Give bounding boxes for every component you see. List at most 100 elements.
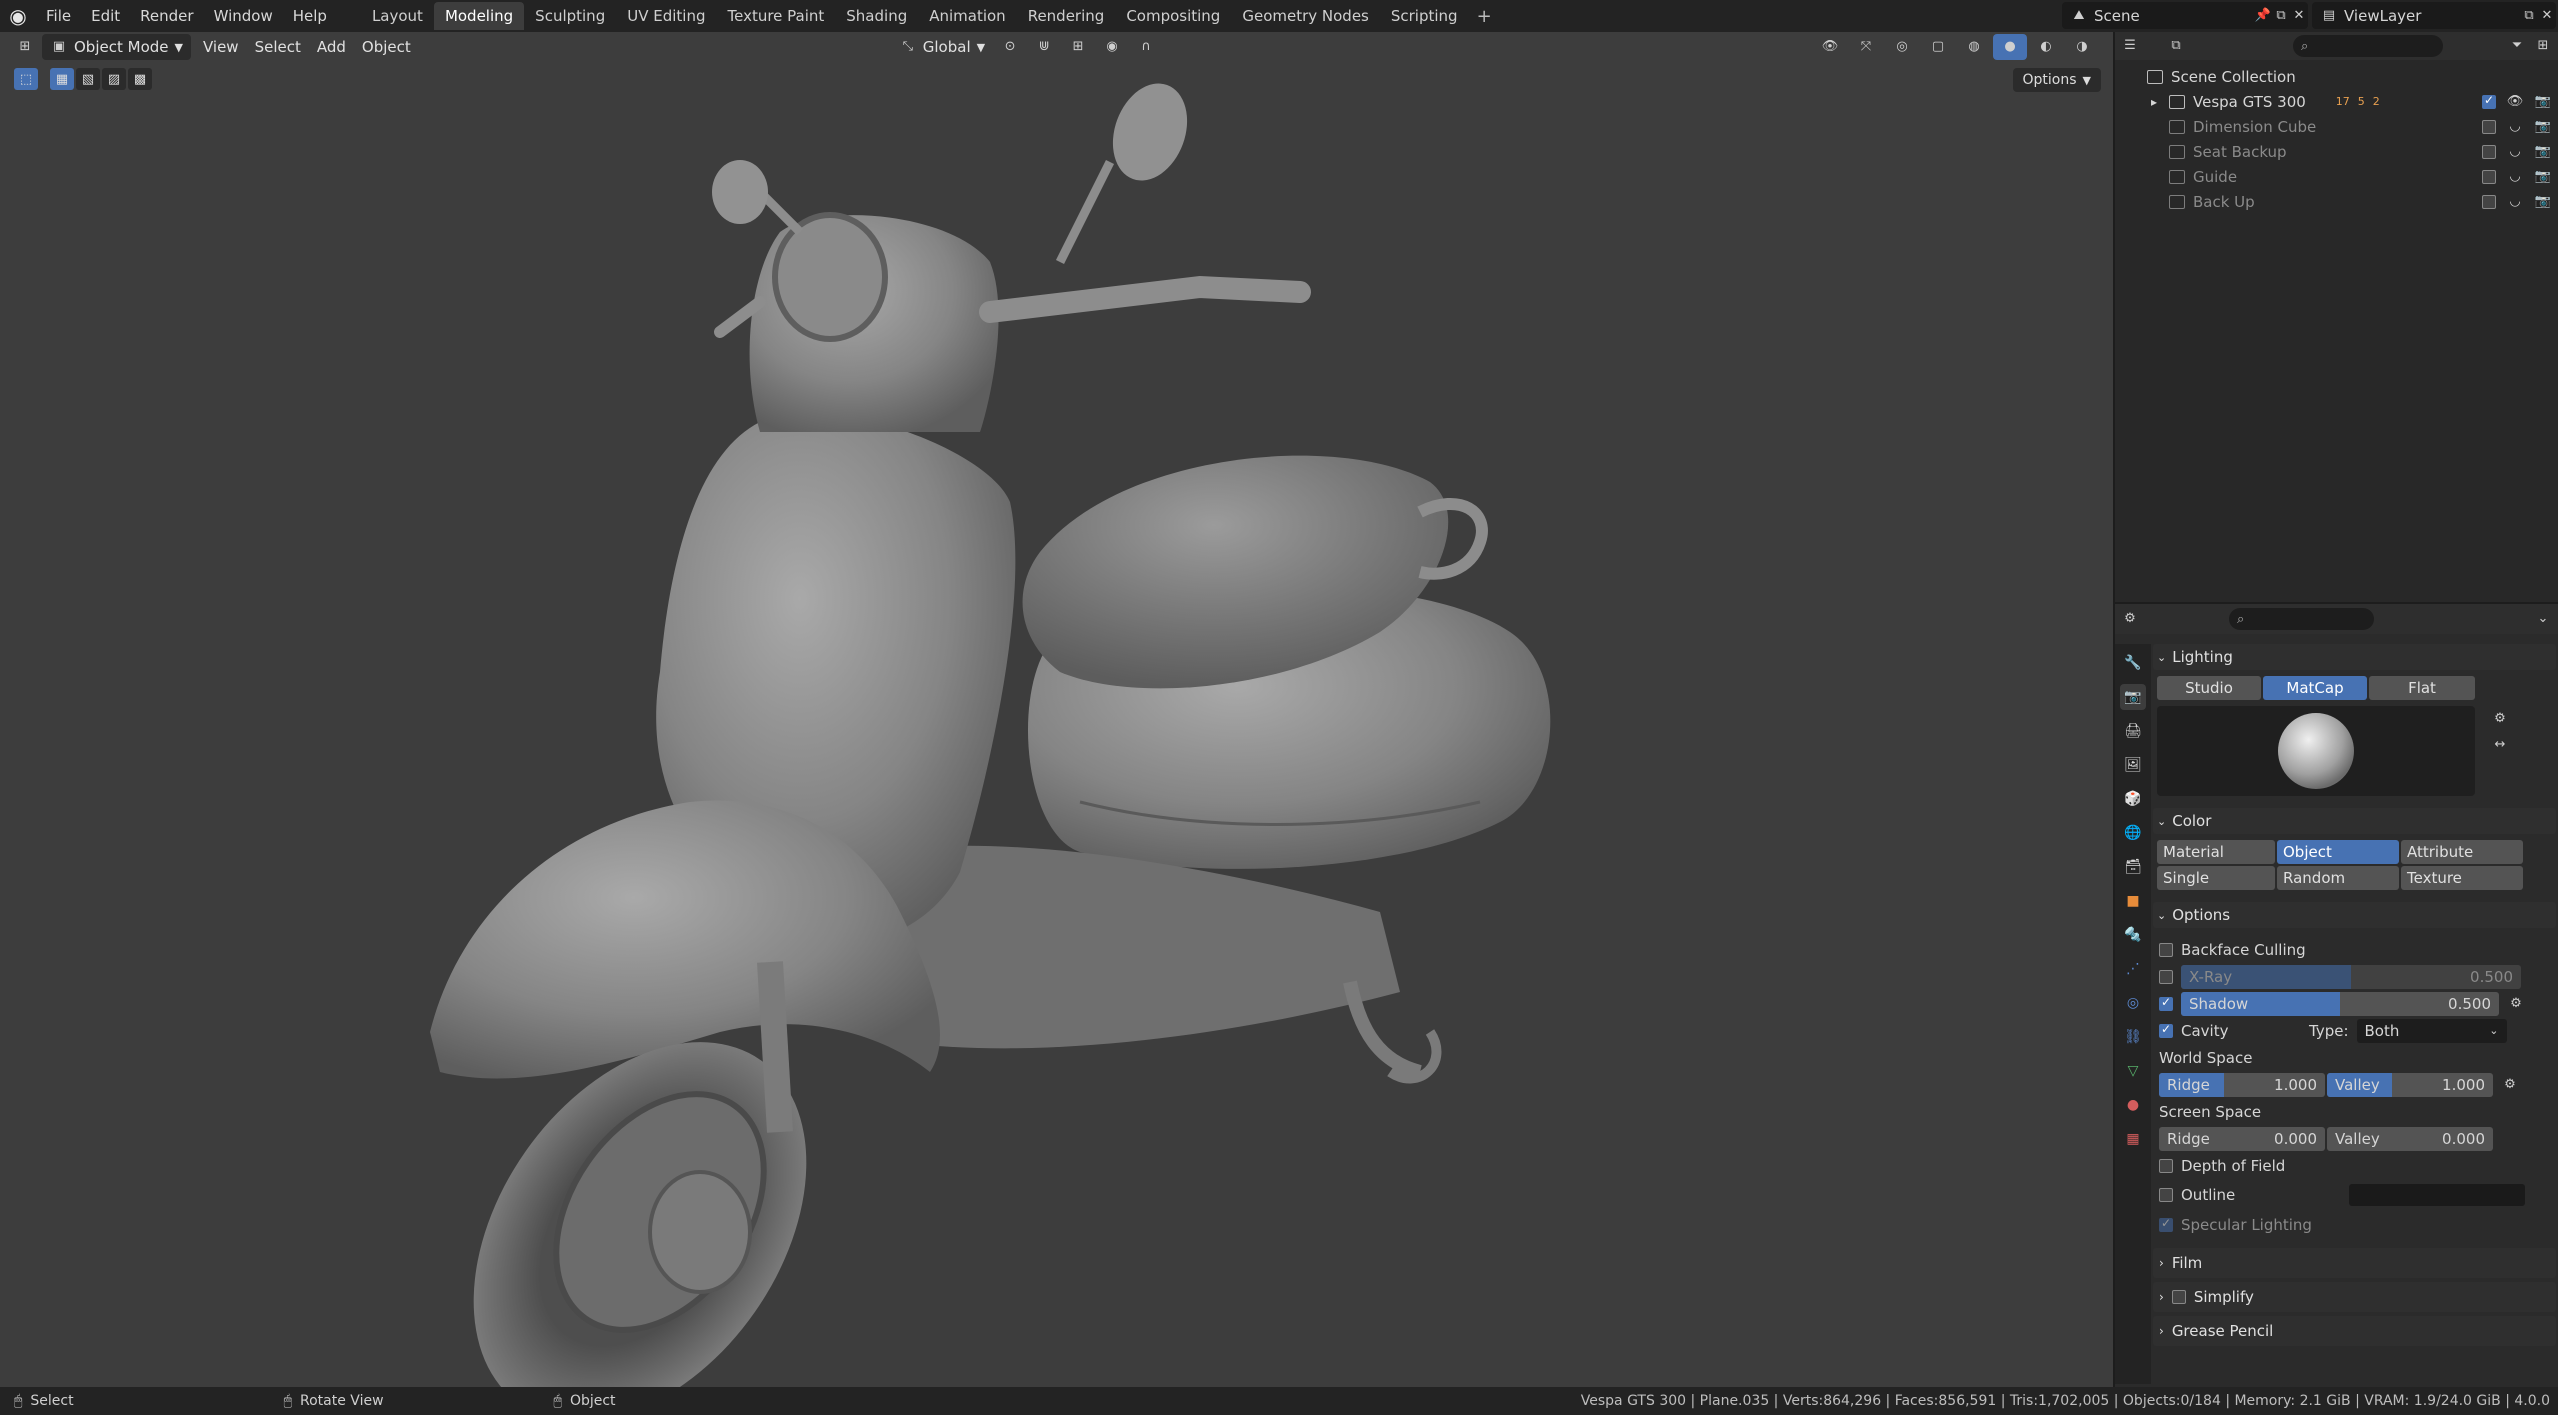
viewport-menu-add[interactable]: Add <box>309 34 354 60</box>
viewport-menu-object[interactable]: Object <box>354 34 419 60</box>
collection-tab-icon[interactable]: 🗃 <box>2120 854 2146 880</box>
color-object-button[interactable]: Object <box>2277 840 2399 864</box>
particles-tab-icon[interactable]: ⋰ <box>2120 956 2146 982</box>
tab-geometry-nodes[interactable]: Geometry Nodes <box>1231 2 1380 30</box>
outliner-item[interactable]: Dimension Cube ◡ 📷 <box>2115 114 2558 139</box>
tab-layout[interactable]: Layout <box>361 2 434 30</box>
xray-toggle[interactable]: ▢ <box>1921 34 1955 60</box>
screen-valley-slider[interactable]: Valley 0.000 <box>2327 1126 2493 1151</box>
outliner-item[interactable]: Vespa GTS 3001752👁📷▸ <box>2115 89 2558 114</box>
3d-viewport[interactable]: ⊞ ▣ Object Mode ▼ View Select Add Object ⤡ … <box>0 32 2113 1387</box>
backface-culling-row[interactable]: Backface Culling <box>2153 936 2556 963</box>
chevron-down-icon[interactable]: ⌄ <box>2534 610 2552 628</box>
camera-icon[interactable]: 📷 <box>2534 93 2552 111</box>
eye-icon[interactable]: ◡ <box>2506 168 2524 186</box>
tab-animation[interactable]: Animation <box>918 2 1016 30</box>
specular-lighting-row[interactable]: Specular Lighting <box>2153 1211 2556 1238</box>
outliner-item[interactable]: Back Up ◡ 📷 <box>2115 189 2558 214</box>
flip-icon[interactable]: ↔ <box>2491 736 2509 754</box>
camera-icon[interactable]: 📷 <box>2534 143 2552 161</box>
properties-editor-icon[interactable]: ⚙ <box>2121 610 2139 628</box>
outliner-item[interactable]: Guide ◡ 📷 <box>2115 164 2558 189</box>
tab-scripting[interactable]: Scripting <box>1380 2 1469 30</box>
add-workspace-button[interactable]: + <box>1469 6 1500 27</box>
color-material-button[interactable]: Material <box>2157 840 2275 864</box>
color-panel-header[interactable]: ⌄ Color <box>2153 808 2556 834</box>
gizmo-toggle[interactable]: ⤧ <box>1849 34 1883 60</box>
output-tab-icon[interactable]: 🖨 <box>2120 718 2146 744</box>
exclude-checkbox[interactable] <box>2482 93 2496 109</box>
camera-icon[interactable]: 📷 <box>2534 118 2552 136</box>
color-texture-button[interactable]: Texture <box>2401 866 2523 890</box>
tab-compositing[interactable]: Compositing <box>1115 2 1231 30</box>
depth-of-field-row[interactable]: Depth of Field <box>2153 1152 2556 1179</box>
data-tab-icon[interactable]: ▽ <box>2120 1058 2146 1084</box>
overlay-toggle[interactable]: ◎ <box>1885 34 1919 60</box>
lighting-matcap-button[interactable]: MatCap <box>2263 676 2367 700</box>
mode-selector[interactable]: ▣ Object Mode ▼ <box>42 34 191 60</box>
blender-logo-icon[interactable]: ◉ <box>0 0 36 32</box>
xray-checkbox[interactable] <box>2159 969 2173 984</box>
rendered-shading-button[interactable]: ◑ <box>2065 34 2099 60</box>
simplify-panel-header[interactable]: › Simplify <box>2153 1282 2556 1312</box>
outliner-item[interactable]: Seat Backup ◡ 📷 <box>2115 139 2558 164</box>
matcap-preview[interactable] <box>2157 706 2475 796</box>
tab-modeling[interactable]: Modeling <box>433 2 525 30</box>
screen-ridge-slider[interactable]: Ridge 0.000 <box>2159 1126 2325 1151</box>
cavity-type-dropdown[interactable]: Both ⌄ <box>2356 1018 2507 1043</box>
lighting-studio-button[interactable]: Studio <box>2157 676 2261 700</box>
tab-sculpting[interactable]: Sculpting <box>524 2 616 30</box>
delete-view-layer-icon[interactable]: ✕ <box>2538 7 2556 25</box>
viewport-menu-view[interactable]: View <box>195 34 247 60</box>
physics-tab-icon[interactable]: ◎ <box>2120 990 2146 1016</box>
select-tool-icon[interactable]: ⬚ <box>14 68 38 90</box>
tab-shading[interactable]: Shading <box>835 2 918 30</box>
wireframe-shading-button[interactable]: ◍ <box>1957 34 1991 60</box>
grease-pencil-panel-header[interactable]: › Grease Pencil <box>2153 1316 2556 1346</box>
world-ridge-slider[interactable]: Ridge 1.000 <box>2159 1072 2325 1097</box>
color-single-button[interactable]: Single <box>2157 866 2275 890</box>
subtract-selection-icon[interactable]: ▨ <box>102 68 126 90</box>
view-layer-selector[interactable]: ▤ ViewLayer ⧉ ✕ <box>2312 2 2556 29</box>
scene-tab-icon[interactable]: 🎲 <box>2120 786 2146 812</box>
eye-icon[interactable]: ◡ <box>2506 193 2524 211</box>
view-layer-tab-icon[interactable]: 🖼 <box>2120 752 2146 778</box>
pin-icon[interactable]: 📌 <box>2254 7 2272 25</box>
properties-search-input[interactable]: ⌕ <box>2229 608 2374 630</box>
render-tab-icon[interactable]: 📷 <box>2120 684 2146 710</box>
lighting-panel-header[interactable]: ⌄ Lighting <box>2153 644 2556 670</box>
options-dropdown[interactable]: Options ▼ <box>2012 68 2101 92</box>
exclude-checkbox[interactable] <box>2482 119 2496 134</box>
world-valley-slider[interactable]: Valley 1.000 <box>2327 1072 2493 1097</box>
texture-tab-icon[interactable]: ▦ <box>2120 1126 2146 1152</box>
exclude-checkbox[interactable] <box>2482 144 2496 159</box>
extend-selection-icon[interactable]: ▧ <box>76 68 100 90</box>
color-attribute-button[interactable]: Attribute <box>2401 840 2523 864</box>
color-random-button[interactable]: Random <box>2277 866 2399 890</box>
constraints-tab-icon[interactable]: ⛓ <box>2120 1024 2146 1050</box>
modifier-tab-icon[interactable]: 🔩 <box>2120 922 2146 948</box>
scene-collection-row[interactable]: Scene Collection <box>2115 64 2558 89</box>
orientation-selector[interactable]: ⤡ Global ▼ <box>891 34 993 60</box>
new-collection-icon[interactable]: ⊞ <box>2534 37 2552 55</box>
expand-arrow-icon[interactable]: ▸ <box>2151 95 2157 109</box>
backface-culling-checkbox[interactable] <box>2159 942 2173 957</box>
tab-texture-paint[interactable]: Texture Paint <box>716 2 835 30</box>
new-view-layer-icon[interactable]: ⧉ <box>2520 7 2538 25</box>
lighting-flat-button[interactable]: Flat <box>2369 676 2475 700</box>
menu-render[interactable]: Render <box>130 7 203 25</box>
outliner-editor-icon[interactable]: ☰ <box>2121 37 2139 55</box>
scooter-model[interactable] <box>0 32 2113 1387</box>
scene-selector[interactable]: ⛰ Scene 📌 ⧉ ✕ <box>2062 2 2308 29</box>
pivot-point-button[interactable]: ⊙ <box>993 34 1027 60</box>
outline-color-swatch[interactable] <box>2349 1184 2525 1206</box>
options-panel-header[interactable]: ⌄ Options <box>2153 902 2556 928</box>
cavity-checkbox[interactable] <box>2159 1022 2173 1038</box>
new-scene-icon[interactable]: ⧉ <box>2272 7 2290 25</box>
menu-edit[interactable]: Edit <box>81 7 130 25</box>
material-tab-icon[interactable]: ● <box>2120 1092 2146 1118</box>
material-shading-button[interactable]: ◐ <box>2029 34 2063 60</box>
solid-shading-button[interactable]: ● <box>1993 34 2027 60</box>
filter-icon[interactable]: ⏷ <box>2508 37 2526 55</box>
editor-type-button[interactable]: ⊞ <box>8 34 42 60</box>
